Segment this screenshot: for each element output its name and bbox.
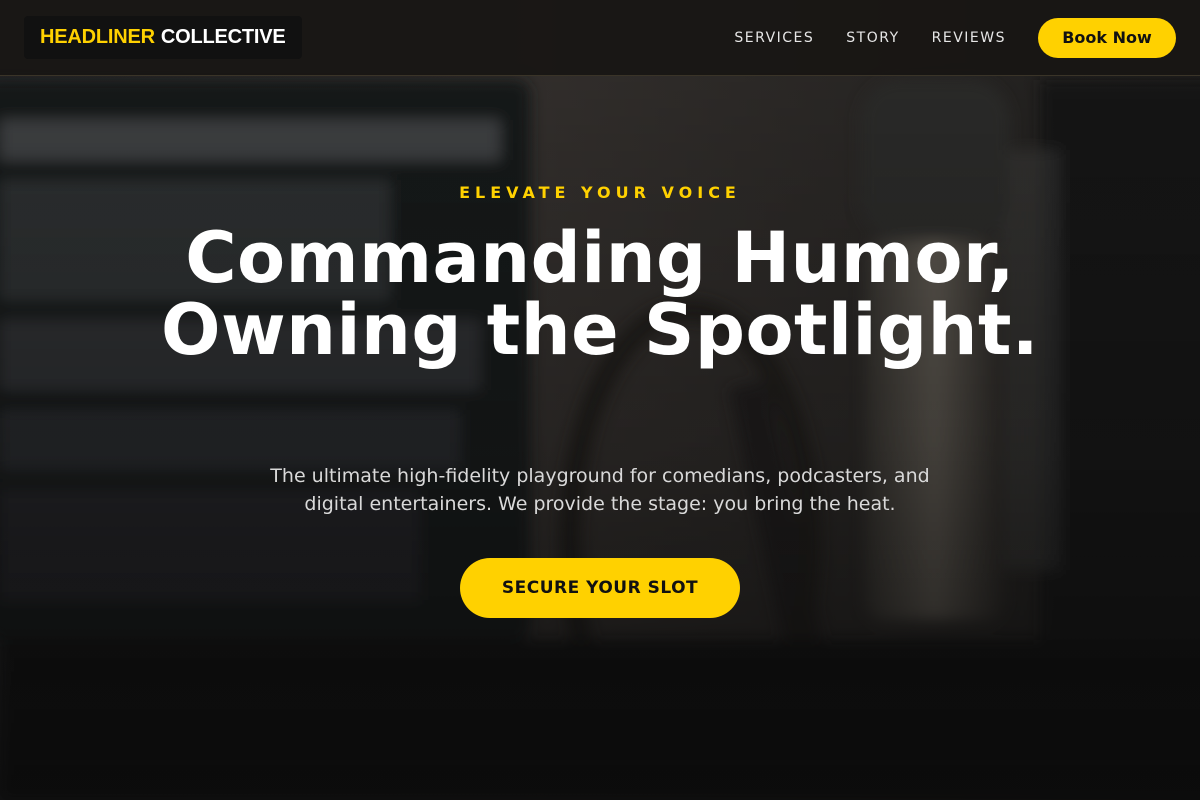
- secure-slot-button[interactable]: SECURE YOUR SLOT: [460, 558, 740, 618]
- top-navigation-bar: HEADLINER COLLECTIVE SERVICES STORY REVI…: [0, 0, 1200, 76]
- nav-link-reviews[interactable]: REVIEWS: [932, 30, 1006, 46]
- nav-link-story[interactable]: STORY: [846, 30, 899, 46]
- hero-section: ELEVATE YOUR VOICE Commanding Humor, Own…: [0, 76, 1200, 800]
- hero-headline: Commanding Humor, Owning the Spotlight.: [160, 217, 1039, 371]
- page: HEADLINER COLLECTIVE SERVICES STORY REVI…: [0, 0, 1200, 800]
- book-now-button[interactable]: Book Now: [1038, 17, 1176, 58]
- hero-subtext: The ultimate high-fidelity playground fo…: [270, 465, 930, 515]
- brand-logo[interactable]: HEADLINER COLLECTIVE: [24, 16, 302, 59]
- brand-logo-rest: COLLECTIVE: [160, 26, 286, 48]
- hero-eyebrow: ELEVATE YOUR VOICE: [459, 183, 741, 202]
- nav-menu: SERVICES STORY REVIEWS Book Now: [734, 17, 1176, 58]
- nav-link-services[interactable]: SERVICES: [734, 30, 814, 46]
- brand-logo-accent: HEADLINER: [40, 26, 155, 48]
